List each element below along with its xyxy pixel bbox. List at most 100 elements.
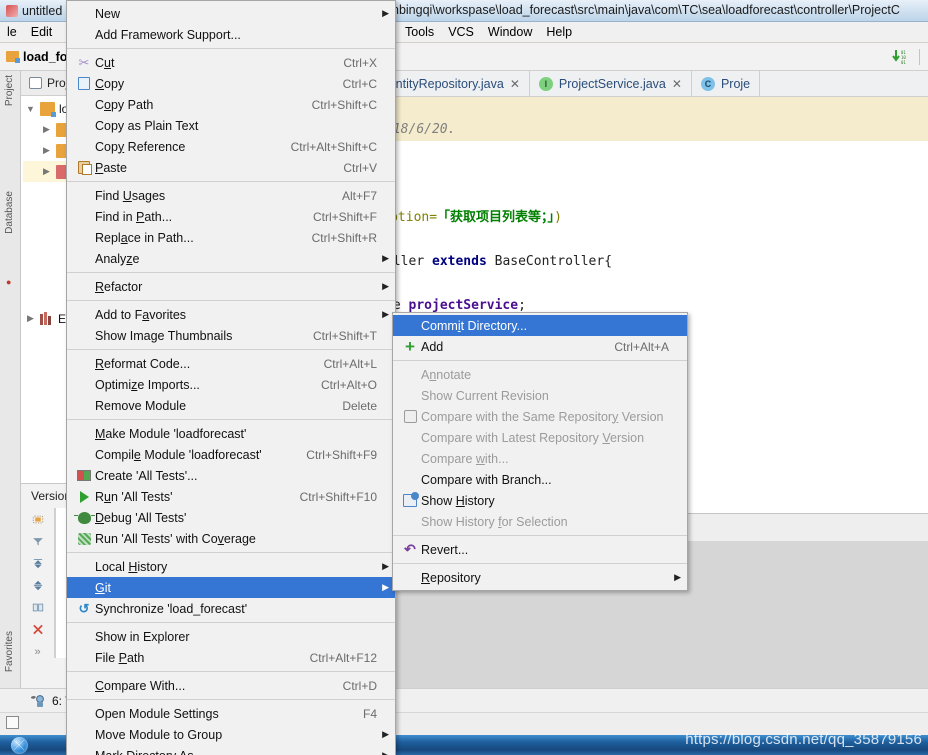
context-menu-item-optimize-imports[interactable]: Optimize Imports... Ctrl+Alt+O [67, 374, 395, 395]
editor-tab-3[interactable]: C Proje [691, 71, 761, 96]
tree-expand-arrow[interactable]: ▶ [41, 124, 52, 135]
context-menu-item-refactor[interactable]: Refactor ▶ [67, 276, 395, 297]
menubar-item-edit[interactable]: Edit [24, 25, 60, 39]
context-menu-item-create-all-tests[interactable]: Create 'All Tests'... [67, 465, 395, 486]
git-submenu-item-label: Show History for Selection [421, 514, 568, 529]
context-menu-item-copy-as-plain-text[interactable]: Copy as Plain Text [67, 115, 395, 136]
toolbar-divider [919, 48, 920, 65]
context-menu-item-show-image-thumbnails[interactable]: Show Image Thumbnails Ctrl+Shift+T [67, 325, 395, 346]
context-menu-separator [67, 300, 395, 301]
tree-expand-arrow[interactable]: ▼ [25, 104, 36, 114]
context-menu-item-label: Make Module 'loadforecast' [95, 426, 247, 441]
context-menu-item-reformat-code[interactable]: Reformat Code... Ctrl+Alt+L [67, 353, 395, 374]
strip-label-favorites[interactable]: Favorites [4, 631, 15, 672]
git-submenu[interactable]: Commit Directory... + Add Ctrl+Alt+A Annotat… [392, 312, 688, 591]
windows-start-button[interactable] [0, 735, 38, 755]
git-submenu-item-revert[interactable]: ↶ Revert... [393, 539, 687, 560]
context-menu-separator [67, 48, 395, 49]
context-menu-item-add-to-favorites[interactable]: Add to Favorites ▶ [67, 304, 395, 325]
more-icon[interactable]: » [34, 646, 40, 658]
context-menu-item-compare-with[interactable]: Compare With... Ctrl+D [67, 675, 395, 696]
context-menu-item-label: Debug 'All Tests' [95, 510, 187, 525]
context-menu-item-label: Add to Favorites [95, 307, 187, 322]
context-menu[interactable]: New ▶ Add Framework Support... ✂ Cut Ctrl+X Co… [66, 0, 396, 755]
context-menu-item-run-all-tests-coverage[interactable]: Run 'All Tests' with Coverage [67, 528, 395, 549]
download-icon[interactable]: 01 10 01 [891, 49, 911, 65]
git-submenu-item-label: Repository [421, 570, 481, 585]
context-menu-item-accelerator: Ctrl+D [342, 678, 377, 693]
project-panel-icon [29, 77, 42, 89]
show-diff-icon[interactable] [29, 602, 47, 613]
breadcrumb[interactable]: load_for [6, 50, 72, 64]
menu-item-icon-slot: ✂ [73, 55, 95, 70]
group-by-directory-icon[interactable] [29, 514, 47, 525]
tab-close-icon[interactable]: ✕ [510, 77, 520, 91]
context-menu-item-label: Add Framework Support... [95, 27, 241, 42]
tab-close-icon[interactable]: ✕ [672, 77, 682, 91]
tree-expand-arrow[interactable]: ▶ [25, 313, 36, 324]
window-title-left: untitled - [22, 3, 70, 18]
menubar-item-vcs[interactable]: VCS [441, 25, 481, 39]
context-menu-item-debug-all-tests[interactable]: Debug 'All Tests' [67, 507, 395, 528]
library-icon [40, 312, 54, 325]
context-menu-item-copy[interactable]: Copy Ctrl+C [67, 73, 395, 94]
context-menu-item-move-module-to-group[interactable]: Move Module to Group ▶ [67, 724, 395, 745]
git-submenu-item-compare-latest-repo: Compare with Latest Repository Version [393, 427, 687, 448]
context-menu-item-paste[interactable]: Paste Ctrl+V [67, 157, 395, 178]
git-submenu-item-commit-directory[interactable]: Commit Directory... [393, 315, 687, 336]
context-menu-item-compile-module[interactable]: Compile Module 'loadforecast' Ctrl+Shift+… [67, 444, 395, 465]
context-menu-item-label: Copy Reference [95, 139, 186, 154]
menubar-item-file[interactable]: le [0, 25, 24, 39]
context-menu-item-copy-path[interactable]: Copy Path Ctrl+Shift+C [67, 94, 395, 115]
context-menu-item-open-module-settings[interactable]: Open Module Settings F4 [67, 703, 395, 724]
context-menu-item-label: Copy as Plain Text [95, 118, 199, 133]
tree-expand-arrow[interactable]: ▶ [41, 166, 52, 177]
context-menu-separator [67, 419, 395, 420]
git-submenu-item-show-history[interactable]: Show History [393, 490, 687, 511]
context-menu-item-run-all-tests[interactable]: Run 'All Tests' Ctrl+Shift+F10 [67, 486, 395, 507]
filter-icon[interactable] [29, 536, 47, 547]
delete-icon[interactable] [29, 624, 47, 635]
context-menu-item-label: Analyze [95, 251, 140, 266]
context-menu-item-show-in-explorer[interactable]: Show in Explorer [67, 626, 395, 647]
editor-tab-2[interactable]: I ProjectService.java ✕ [529, 71, 692, 96]
context-menu-item-make-module[interactable]: Make Module 'loadforecast' [67, 423, 395, 444]
context-menu-item-file-path[interactable]: File Path Ctrl+Alt+F12 [67, 647, 395, 668]
context-menu-separator [67, 699, 395, 700]
git-submenu-item-label: Show History [421, 493, 495, 508]
git-submenu-item-show-history-selection: Show History for Selection [393, 511, 687, 532]
context-menu-item-mark-directory-as[interactable]: Mark Directory As ▶ [67, 745, 395, 755]
menubar-item-window[interactable]: Window [481, 25, 539, 39]
context-menu-item-label: Move Module to Group [95, 727, 223, 742]
context-menu-item-label: Optimize Imports... [95, 377, 200, 392]
context-menu-item-remove-module[interactable]: Remove Module Delete [67, 395, 395, 416]
git-submenu-item-repository[interactable]: Repository ▶ [393, 567, 687, 588]
context-menu-item-find-in-path[interactable]: Find in Path... Ctrl+Shift+F [67, 206, 395, 227]
menubar-item-tools[interactable]: Tools [398, 25, 441, 39]
context-menu-item-label: Create 'All Tests'... [95, 468, 198, 483]
context-menu-item-local-history[interactable]: Local History ▶ [67, 556, 395, 577]
context-menu-item-analyze[interactable]: Analyze ▶ [67, 248, 395, 269]
context-menu-item-accelerator: Delete [342, 398, 377, 413]
context-menu-item-add-framework-support[interactable]: Add Framework Support... [67, 24, 395, 45]
strip-label-structure[interactable]: Project [4, 75, 15, 106]
git-submenu-item-add[interactable]: + Add Ctrl+Alt+A [393, 336, 687, 357]
collapse-all-icon[interactable] [29, 580, 47, 591]
context-menu-item-replace-in-path[interactable]: Replace in Path... Ctrl+Shift+R [67, 227, 395, 248]
toolbar-right-group: 01 10 01 [891, 48, 928, 65]
menubar-item-help[interactable]: Help [539, 25, 579, 39]
context-menu-item-new[interactable]: New ▶ [67, 3, 395, 24]
context-menu-item-cut[interactable]: ✂ Cut Ctrl+X [67, 52, 395, 73]
tree-expand-arrow[interactable]: ▶ [41, 145, 52, 156]
strip-label-database[interactable]: Database [4, 191, 15, 234]
git-submenu-item-label: Add [421, 339, 444, 354]
context-menu-item-accelerator: Ctrl+Shift+F10 [299, 489, 377, 504]
context-menu-item-synchronize[interactable]: ↺ Synchronize 'load_forecast' [67, 598, 395, 619]
context-menu-item-label: New [95, 6, 121, 21]
context-menu-item-find-usages[interactable]: Find Usages Alt+F7 [67, 185, 395, 206]
expand-all-icon[interactable] [29, 558, 47, 569]
context-menu-item-git[interactable]: Git ▶ [67, 577, 395, 598]
context-menu-item-copy-reference[interactable]: Copy Reference Ctrl+Alt+Shift+C [67, 136, 395, 157]
git-submenu-item-compare-with-branch[interactable]: Compare with Branch... [393, 469, 687, 490]
todo-icon [31, 694, 44, 707]
